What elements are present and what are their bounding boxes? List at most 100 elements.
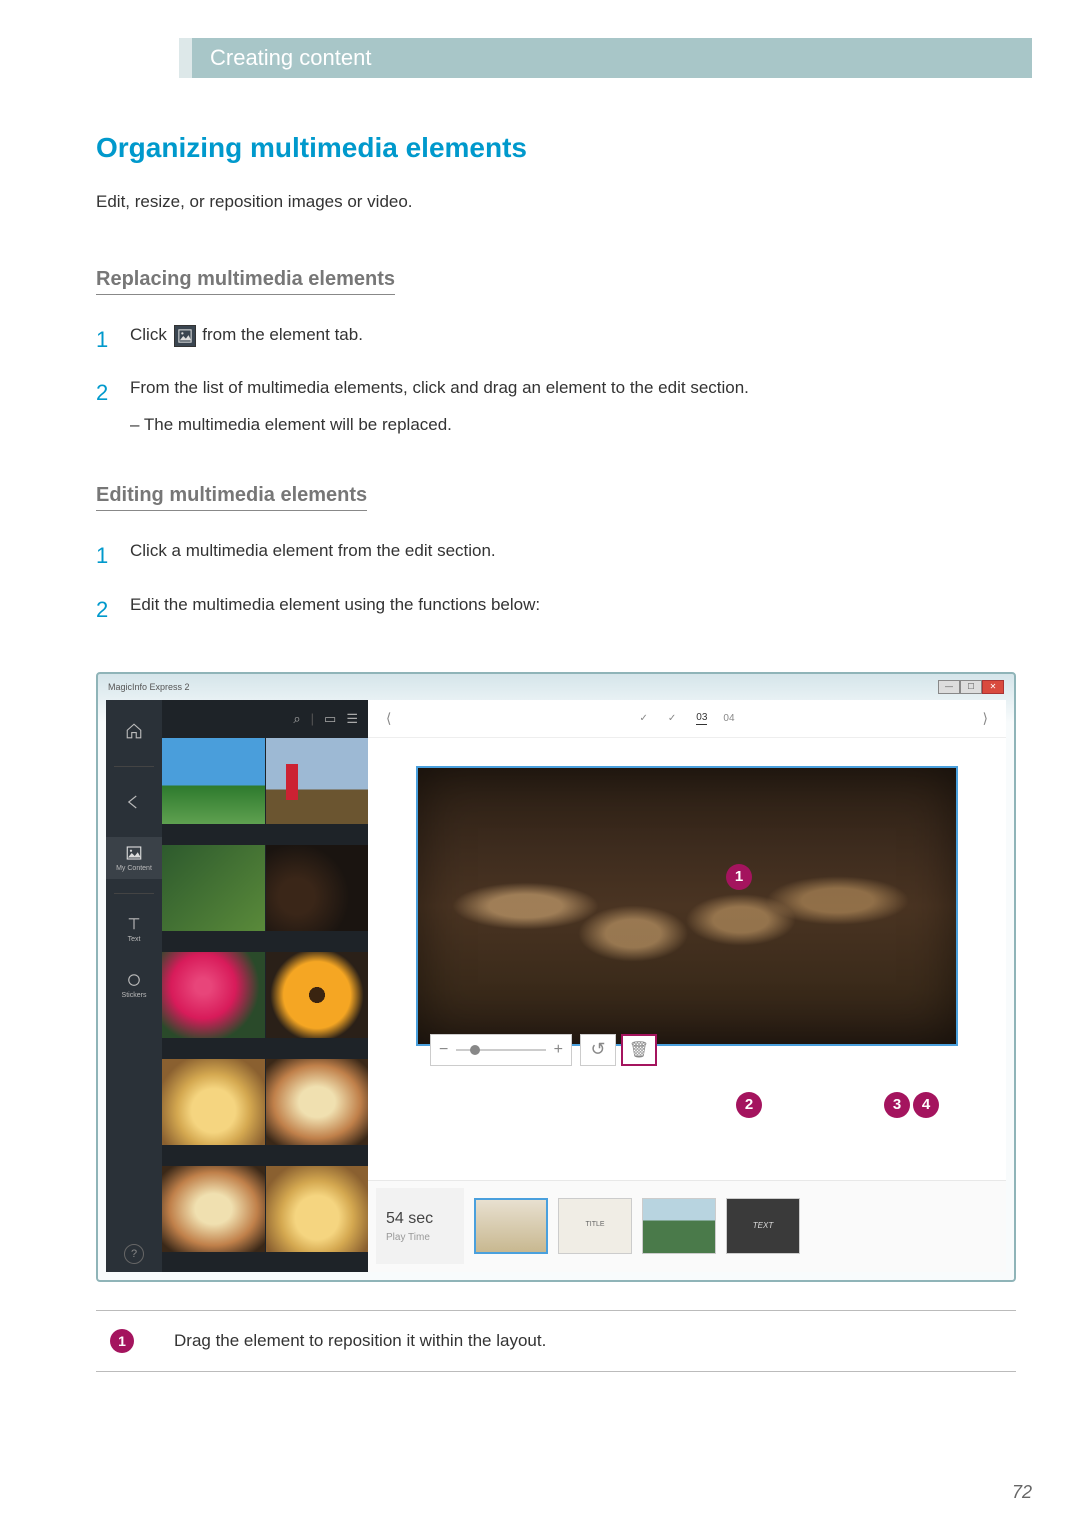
edit-toolbar: ⟨ 03 04 ⟩ — [368, 700, 1006, 738]
callout-badge-2: 2 — [736, 1092, 762, 1118]
edit-canvas: 1 2 3 4 − + ↺ 🗑 — [368, 738, 1006, 1180]
replacing-steps: 1 Click from the element tab. 2 From the… — [96, 321, 1016, 440]
header-accent — [179, 38, 192, 78]
step-body: Edit the multimedia element using the fu… — [130, 591, 1016, 620]
page-4[interactable]: 04 — [723, 713, 734, 724]
playtime-value: 54 sec — [386, 1210, 454, 1228]
text-icon — [125, 915, 143, 933]
page-check-2[interactable] — [668, 713, 680, 724]
sidebar-label: My Content — [116, 865, 152, 872]
gallery-thumb[interactable] — [266, 1059, 369, 1145]
section-editing-heading: Editing multimedia elements — [96, 484, 367, 511]
playtime-label: Play Time — [386, 1232, 454, 1243]
app-screenshot: MagicInfo Express 2 — ☐ ✕ My Content — [96, 672, 1016, 1282]
timeline: 54 sec Play Time — [368, 1180, 1006, 1272]
callout-description-table: 1 Drag the element to reposition it with… — [96, 1310, 1016, 1372]
step-number: 1 — [96, 321, 130, 358]
page-content: Organizing multimedia elements Edit, res… — [96, 132, 1016, 1372]
gallery-thumb[interactable] — [266, 845, 369, 931]
intro-text: Edit, resize, or reposition images or vi… — [96, 192, 1016, 212]
zoom-slider[interactable] — [456, 1049, 545, 1051]
gallery-toolbar: ⌕ | ▭ ☰ — [162, 700, 368, 738]
folder-icon[interactable]: ▭ — [324, 711, 336, 727]
zoom-out-icon[interactable]: − — [439, 1041, 448, 1059]
callout-badge-1: 1 — [726, 864, 752, 890]
page-title: Organizing multimedia elements — [96, 132, 1016, 164]
page-check-1[interactable] — [639, 713, 651, 724]
search-icon[interactable]: ⌕ — [293, 711, 300, 727]
list-view-icon[interactable]: ☰ — [346, 711, 358, 727]
zoom-control[interactable]: − + — [430, 1034, 572, 1066]
close-button[interactable]: ✕ — [982, 680, 1004, 694]
next-page-button[interactable]: ⟩ — [983, 710, 988, 727]
app-title: MagicInfo Express 2 — [108, 682, 190, 692]
image-icon — [125, 844, 143, 862]
selected-media-element[interactable] — [416, 766, 958, 1046]
delete-button[interactable]: 🗑 — [621, 1034, 657, 1066]
row-text: Drag the element to reposition it within… — [174, 1331, 546, 1351]
sidebar-label: Text — [128, 936, 141, 943]
step-1: 1 Click from the element tab. — [96, 321, 1016, 358]
timeline-thumb[interactable] — [642, 1198, 716, 1254]
editing-steps: 1 Click a multimedia element from the ed… — [96, 537, 1016, 628]
page-current[interactable]: 03 — [696, 712, 707, 725]
timeline-thumb[interactable] — [474, 1198, 548, 1254]
sidebar-mycontent[interactable]: My Content — [106, 837, 162, 879]
gallery-thumb[interactable] — [162, 1059, 265, 1145]
stickers-icon — [125, 971, 143, 989]
step-2: 2 Edit the multimedia element using the … — [96, 591, 1016, 628]
sidebar-home[interactable] — [106, 710, 162, 752]
gallery-thumb[interactable] — [162, 1166, 265, 1252]
help-button[interactable]: ? — [124, 1244, 144, 1264]
back-arrow-icon — [125, 793, 143, 811]
rotate-icon: ↺ — [590, 1039, 605, 1060]
rotate-button[interactable]: ↺ — [580, 1034, 616, 1066]
maximize-button[interactable]: ☐ — [960, 680, 982, 694]
step-body: Click from the element tab. — [130, 321, 1016, 350]
section-replacing-heading: Replacing multimedia elements — [96, 268, 395, 295]
timeline-thumb[interactable] — [726, 1198, 800, 1254]
trash-icon: 🗑 — [629, 1040, 649, 1060]
home-icon — [125, 722, 143, 740]
zoom-in-icon[interactable]: + — [554, 1041, 563, 1059]
gallery-panel: ⌕ | ▭ ☰ — [162, 700, 368, 1272]
gallery-thumb[interactable] — [162, 845, 265, 931]
table-row: 1 Drag the element to reposition it with… — [96, 1311, 1016, 1371]
callout-badge-4: 4 — [913, 1092, 939, 1118]
divider — [114, 893, 154, 894]
gallery-thumb[interactable] — [266, 952, 369, 1038]
page-indicator: 03 04 — [639, 712, 734, 725]
separator: | — [311, 711, 314, 726]
gallery-thumb[interactable] — [162, 952, 265, 1038]
step-body: From the list of multimedia elements, cl… — [130, 374, 1016, 440]
breadcrumb-bar: Creating content — [192, 38, 1032, 78]
step-number: 2 — [96, 374, 130, 411]
sidebar-stickers[interactable]: Stickers — [106, 964, 162, 1006]
step-2: 2 From the list of multimedia elements, … — [96, 374, 1016, 440]
gallery-thumb[interactable] — [266, 738, 369, 824]
gallery-thumb[interactable] — [266, 1166, 369, 1252]
step-number: 1 — [96, 537, 130, 574]
step-1: 1 Click a multimedia element from the ed… — [96, 537, 1016, 574]
sidebar-text[interactable]: Text — [106, 908, 162, 950]
row-badge: 1 — [110, 1329, 134, 1353]
minimize-button[interactable]: — — [938, 680, 960, 694]
prev-page-button[interactable]: ⟨ — [386, 710, 391, 727]
gallery-grid — [162, 738, 368, 1272]
divider — [114, 766, 154, 767]
timeline-thumb[interactable] — [558, 1198, 632, 1254]
sidebar-label: Stickers — [122, 992, 147, 999]
window-titlebar: MagicInfo Express 2 — ☐ ✕ — [108, 678, 1004, 696]
app-body: My Content Text Stickers ? ⌕ | ▭ — [106, 700, 1006, 1272]
gallery-thumb[interactable] — [162, 738, 265, 824]
window-buttons: — ☐ ✕ — [938, 680, 1004, 694]
sidebar: My Content Text Stickers ? — [106, 700, 162, 1272]
page-number: 72 — [1012, 1482, 1032, 1503]
playtime-box[interactable]: 54 sec Play Time — [376, 1188, 464, 1264]
step-number: 2 — [96, 591, 130, 628]
sidebar-back[interactable] — [106, 781, 162, 823]
image-element-icon — [174, 325, 196, 347]
step-body: Click a multimedia element from the edit… — [130, 537, 1016, 566]
callout-badge-3: 3 — [884, 1092, 910, 1118]
edit-area: ⟨ 03 04 ⟩ 1 2 3 4 − — [368, 700, 1006, 1272]
